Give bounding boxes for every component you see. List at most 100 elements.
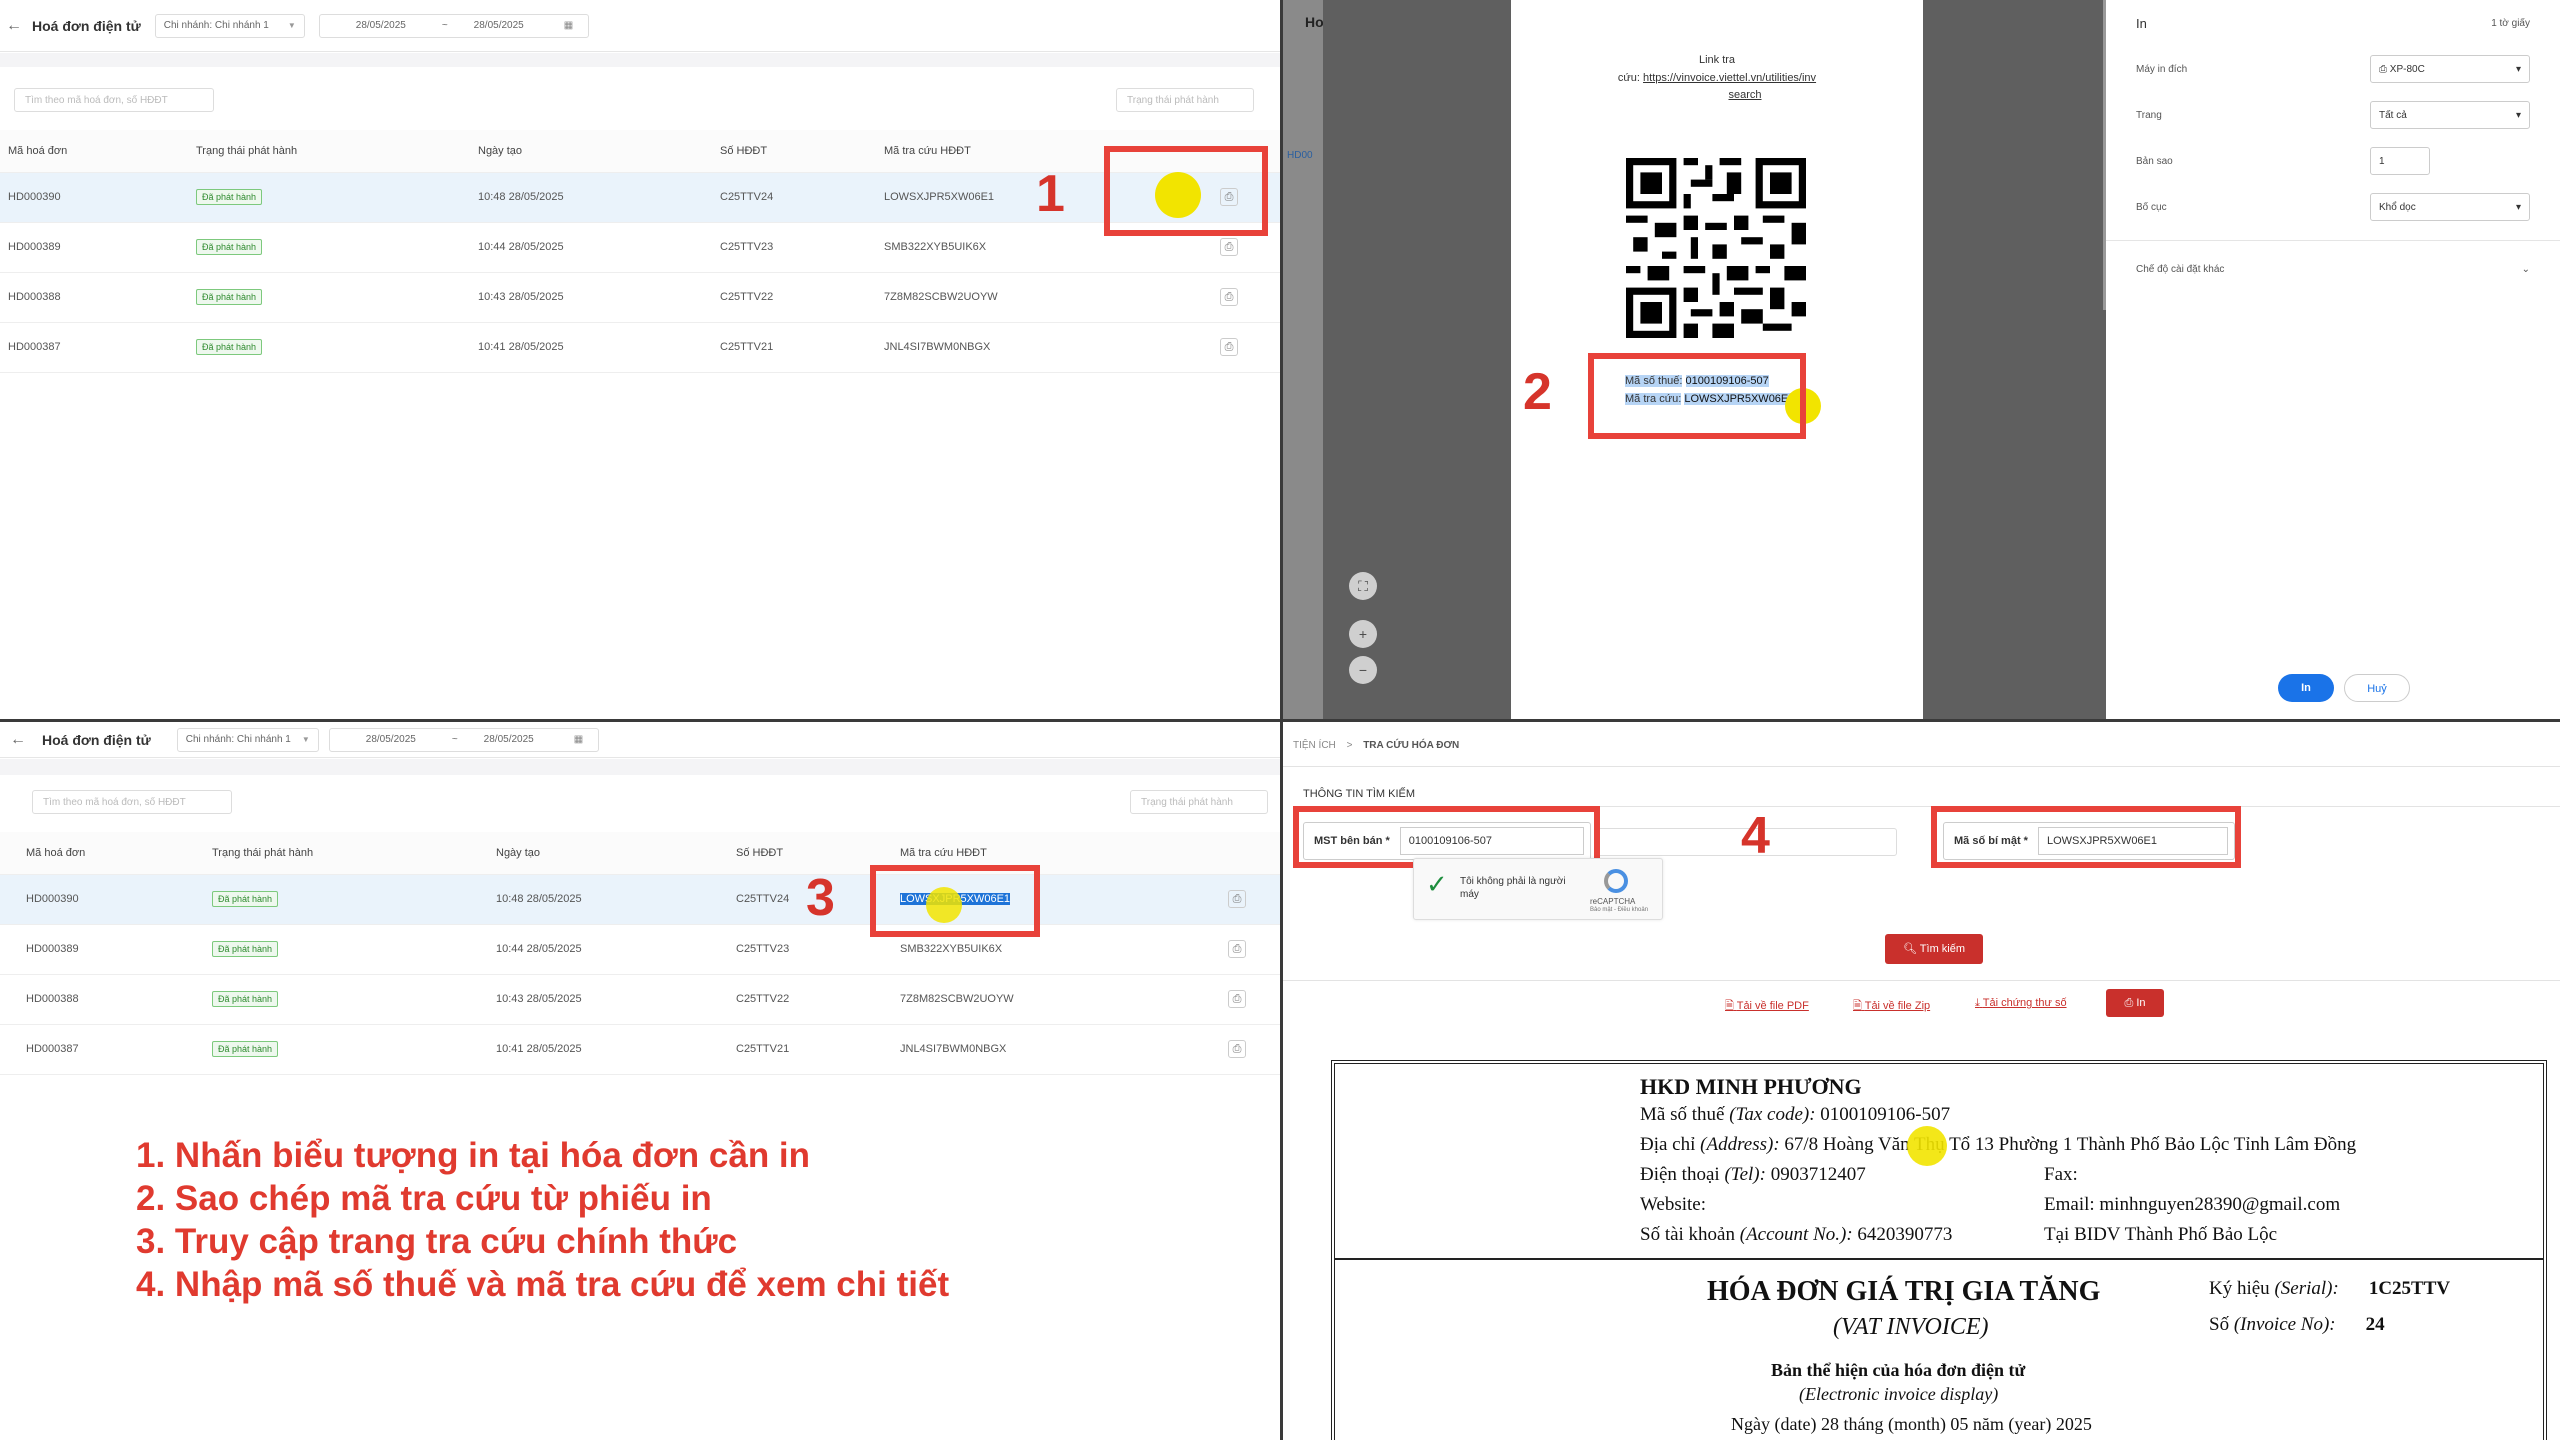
link-url[interactable]: https://vinvoice.viettel.vn/utilities/in… bbox=[1643, 72, 1816, 84]
search-button[interactable]: 🔍︎ Tìm kiếm bbox=[1885, 934, 1983, 964]
actions-cell: ⎙ bbox=[1130, 874, 1280, 925]
search-input[interactable]: Tìm theo mã hoá đơn, số HĐĐT bbox=[32, 790, 232, 814]
download-zip-link[interactable]: 🗎 Tải về file Zip bbox=[1853, 997, 1930, 1016]
printer-label: Máy in đích bbox=[2136, 63, 2188, 75]
sheet-count: 1 tờ giấy bbox=[2491, 17, 2530, 29]
printer-select[interactable]: ⎙ XP-80C ▾ bbox=[2370, 55, 2530, 83]
invoice-code[interactable]: HD000390 bbox=[0, 172, 196, 223]
fax-line: Fax: bbox=[2044, 1164, 2078, 1185]
date-range-picker[interactable]: 28/05/2025 ~ 28/05/2025 ▦ bbox=[318, 13, 589, 38]
display-note-en: (Electronic invoice display) bbox=[1799, 1384, 1999, 1404]
branch-select[interactable]: Chi nhánh: Chi nhánh 1 ▼ bbox=[154, 13, 305, 38]
calendar-icon: ▦ bbox=[563, 20, 574, 31]
account-value: 6420390773 bbox=[1852, 1224, 1953, 1245]
invoice-code[interactable]: HD000390 bbox=[0, 874, 212, 925]
account-label: Số tài khoản bbox=[1640, 1224, 1740, 1245]
recaptcha-widget[interactable]: ✓ Tôi không phải là người máy reCAPTCHA … bbox=[1413, 858, 1663, 920]
preview-area-right bbox=[1923, 0, 2106, 719]
status-cell: Đã phát hành bbox=[212, 874, 496, 925]
print-icon[interactable]: ⎙ bbox=[1220, 288, 1238, 306]
print-button[interactable]: In bbox=[2278, 674, 2334, 702]
table-row[interactable]: HD000390 Đã phát hành 10:48 28/05/2025 C… bbox=[0, 874, 1280, 925]
invoice-no-value: 24 bbox=[2365, 1314, 2385, 1335]
invoice-lookup-panel: TIỆN ÍCH > TRA CỨU HÓA ĐƠN THÔNG TIN TÌM… bbox=[1283, 722, 2560, 1440]
zoom-in-icon[interactable]: + bbox=[1349, 620, 1377, 648]
table-row[interactable]: HD000389 Đã phát hành 10:44 28/05/2025 C… bbox=[0, 222, 1280, 273]
date-range-picker[interactable]: 28/05/2025 ~ 28/05/2025 ▦ bbox=[328, 727, 599, 752]
status-badge: Đã phát hành bbox=[212, 941, 279, 957]
created-date: 10:43 28/05/2025 bbox=[478, 272, 720, 323]
date-from: 28/05/2025 bbox=[355, 20, 406, 31]
branch-select[interactable]: Chi nhánh: Chi nhánh 1 ▼ bbox=[176, 727, 319, 752]
status-filter[interactable]: Trạng thái phát hành bbox=[1116, 88, 1254, 112]
invoice-code[interactable]: HD000388 bbox=[0, 974, 212, 1025]
account-label-en: (Account No.): bbox=[1739, 1224, 1853, 1245]
lookup-code[interactable]: SMB322XYB5UIK6X bbox=[884, 222, 1114, 273]
print-button[interactable]: ⎙ In bbox=[2106, 989, 2164, 1017]
download-pdf-label: Tải về file PDF bbox=[1736, 1000, 1809, 1012]
table-row[interactable]: HD000390 Đã phát hành 10:48 28/05/2025 C… bbox=[0, 172, 1280, 223]
invoice-code[interactable]: HD000387 bbox=[0, 1024, 212, 1075]
serial-value: 1C25TTV bbox=[2368, 1278, 2451, 1299]
link-url-2[interactable]: search bbox=[1511, 89, 1923, 101]
bank-line: Tại BIDV Thành Phố Bảo Lộc bbox=[2044, 1224, 2278, 1245]
back-arrow-icon[interactable]: ← bbox=[6, 17, 24, 35]
layout-select[interactable]: Khổ dọc ▾ bbox=[2370, 193, 2530, 221]
breadcrumb-separator: > bbox=[1346, 740, 1353, 751]
cancel-button[interactable]: Huỷ bbox=[2344, 674, 2410, 702]
table-row[interactable]: HD000387 Đã phát hành 10:41 28/05/2025 C… bbox=[0, 1024, 1280, 1075]
company-name: HKD MINH PHƯƠNG bbox=[1640, 1074, 1862, 1099]
fit-icon[interactable]: ⛶ bbox=[1349, 572, 1377, 600]
invoice-code[interactable]: HD000387 bbox=[0, 322, 196, 373]
breadcrumb-utilities[interactable]: TIỆN ÍCH bbox=[1293, 740, 1336, 751]
created-date: 10:48 28/05/2025 bbox=[496, 874, 736, 925]
status-badge: Đã phát hành bbox=[212, 891, 279, 907]
invoice-table: Mã hoá đơn Trạng thái phát hành Ngày tạo… bbox=[0, 832, 1280, 1075]
tax-code-label-en: (Tax code): bbox=[1729, 1104, 1816, 1125]
date-from: 28/05/2025 bbox=[365, 734, 416, 745]
print-icon[interactable]: ⎙ bbox=[1228, 890, 1246, 908]
lookup-code[interactable]: LOWSXJPR5XW06E1 bbox=[884, 172, 1114, 223]
print-icon[interactable]: ⎙ bbox=[1228, 940, 1246, 958]
zoom-out-icon[interactable]: − bbox=[1349, 656, 1377, 684]
lookup-code[interactable]: JNL4SI7BWM0NBGX bbox=[884, 322, 1114, 373]
copies-input[interactable]: 1 bbox=[2370, 147, 2430, 175]
table-row[interactable]: HD000388 Đã phát hành 10:43 28/05/2025 C… bbox=[0, 272, 1280, 323]
chevron-down-icon: ▼ bbox=[287, 21, 296, 30]
col-status: Trạng thái phát hành bbox=[196, 130, 478, 173]
search-icon: 🔍︎ bbox=[1902, 943, 1917, 955]
more-settings-row[interactable]: Chế độ cài đặt khác ⌄ bbox=[2136, 254, 2530, 284]
step-2-box bbox=[1588, 353, 1806, 439]
print-icon[interactable]: ⎙ bbox=[1220, 338, 1238, 356]
invoice-code[interactable]: HD000389 bbox=[0, 222, 196, 273]
invoice-list-panel-2: ← Hoá đơn điện tử Chi nhánh: Chi nhánh 1… bbox=[0, 722, 1280, 1440]
lookup-code[interactable]: 7Z8M82SCBW2UOYW bbox=[884, 272, 1114, 323]
invoice-no-line: Số (Invoice No): 24 bbox=[2209, 1314, 2385, 1336]
page-title: Hoá đơn điện tử bbox=[42, 731, 151, 748]
status-badge: Đã phát hành bbox=[212, 991, 279, 1007]
pages-select[interactable]: Tất cả ▾ bbox=[2370, 101, 2530, 129]
created-date: 10:44 28/05/2025 bbox=[496, 924, 736, 975]
download-pdf-link[interactable]: 🗎 Tải về file PDF bbox=[1725, 997, 1809, 1016]
status-filter[interactable]: Trạng thái phát hành bbox=[1130, 790, 1268, 814]
table-row[interactable]: HD000389 Đã phát hành 10:44 28/05/2025 C… bbox=[0, 924, 1280, 975]
download-cert-link[interactable]: ⤓ Tải chứng thư số bbox=[1975, 997, 2067, 1010]
captcha-terms[interactable]: Bảo mật - Điều khoản bbox=[1590, 907, 1648, 913]
col-code: Mã hoá đơn bbox=[0, 130, 196, 173]
print-icon[interactable]: ⎙ bbox=[1228, 1040, 1246, 1058]
list-topbar: ← Hoá đơn điện tử Chi nhánh: Chi nhánh 1… bbox=[0, 722, 1280, 758]
back-arrow-icon[interactable]: ← bbox=[10, 731, 28, 749]
printer-row: Máy in đích ⎙ XP-80C ▾ bbox=[2136, 54, 2530, 84]
lookup-code[interactable]: 7Z8M82SCBW2UOYW bbox=[900, 974, 1130, 1025]
print-icon[interactable]: ⎙ bbox=[1228, 990, 1246, 1008]
search-input[interactable]: Tìm theo mã hoá đơn, số HĐĐT bbox=[14, 88, 214, 112]
invoice-code[interactable]: HD000388 bbox=[0, 272, 196, 323]
invoice-code[interactable]: HD000389 bbox=[0, 924, 212, 975]
table-row[interactable]: HD000388 Đã phát hành 10:43 28/05/2025 C… bbox=[0, 974, 1280, 1025]
table-row[interactable]: HD000387 Đã phát hành 10:41 28/05/2025 C… bbox=[0, 322, 1280, 373]
print-button-label: In bbox=[2136, 997, 2146, 1009]
print-icon[interactable]: ⎙ bbox=[1220, 238, 1238, 256]
printer-icon: ⎙ bbox=[2124, 997, 2134, 1009]
pages-label: Trang bbox=[2136, 109, 2162, 121]
lookup-code[interactable]: JNL4SI7BWM0NBGX bbox=[900, 1024, 1130, 1075]
